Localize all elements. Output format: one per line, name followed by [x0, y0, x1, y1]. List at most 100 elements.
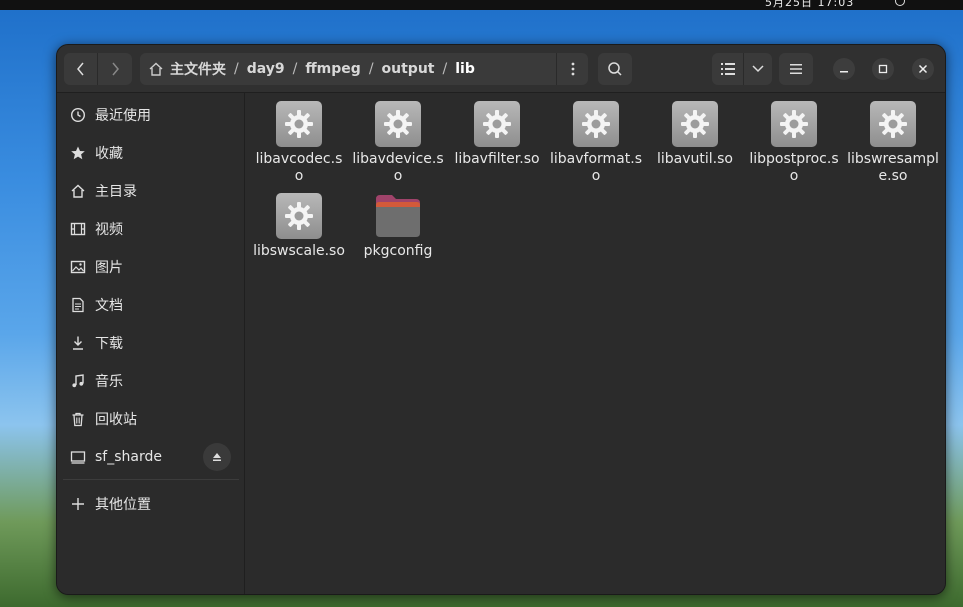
- clock-icon: [57, 107, 95, 123]
- trash-icon: [57, 411, 95, 427]
- breadcrumb-item[interactable]: ffmpeg: [299, 61, 366, 77]
- file-name: libavcodec.so: [255, 151, 343, 184]
- library-file-icon: [672, 101, 718, 147]
- sidebar-item-sf-sharde[interactable]: sf_sharde: [57, 440, 245, 474]
- music-icon: [57, 373, 95, 389]
- download-icon: [57, 335, 95, 351]
- drive-icon: [57, 449, 95, 465]
- header-bar: 主文件夹 / day9 / ffmpeg / output / lib: [57, 45, 945, 93]
- file-manager-window: 主文件夹 / day9 / ffmpeg / output / lib 最近使用…: [56, 44, 946, 595]
- library-file-icon: [771, 101, 817, 147]
- sidebar-item-label: 其他位置: [95, 497, 151, 513]
- main-menu-button[interactable]: [779, 53, 813, 85]
- film-icon: [57, 221, 95, 237]
- document-icon: [57, 297, 95, 313]
- file-name: libavutil.so: [657, 151, 733, 167]
- hamburger-menu-icon: [790, 64, 802, 74]
- sidebar-item-videos[interactable]: 视频: [57, 212, 245, 246]
- breadcrumb-item[interactable]: output: [376, 61, 441, 77]
- sidebar-item-label: 图片: [95, 260, 123, 276]
- minimize-icon: [840, 71, 848, 73]
- file-item[interactable]: libswscale.so: [252, 193, 346, 260]
- folder-name: pkgconfig: [363, 243, 433, 259]
- sidebar-item-downloads[interactable]: 下载: [57, 326, 245, 360]
- file-item[interactable]: libavformat.so: [549, 101, 643, 185]
- chevron-left-icon: [76, 62, 84, 76]
- file-item[interactable]: libavdevice.so: [351, 101, 445, 185]
- gear-icon: [879, 110, 907, 138]
- sidebar-item-label: sf_sharde: [95, 449, 162, 465]
- clock[interactable]: 5月25日 17:03: [765, 0, 854, 10]
- file-item[interactable]: libavcodec.so: [252, 101, 346, 185]
- sidebar-item-home[interactable]: 主目录: [57, 174, 245, 208]
- list-view-button[interactable]: [712, 53, 744, 85]
- library-file-icon: [573, 101, 619, 147]
- minimize-button[interactable]: [833, 58, 855, 80]
- home-icon: [149, 62, 163, 76]
- system-top-bar: 5月25日 17:03: [0, 0, 963, 10]
- sidebar-item-recent[interactable]: 最近使用: [57, 98, 245, 132]
- sidebar-item-pictures[interactable]: 图片: [57, 250, 245, 284]
- sidebar-item-label: 音乐: [95, 374, 123, 390]
- sidebar-item-label: 文档: [95, 298, 123, 314]
- gear-icon: [582, 110, 610, 138]
- plus-icon: [57, 497, 95, 511]
- sidebar-item-starred[interactable]: 收藏: [57, 136, 245, 170]
- breadcrumb-separator: /: [442, 61, 448, 77]
- path-menu-button[interactable]: [556, 53, 588, 85]
- back-button[interactable]: [64, 53, 98, 85]
- sidebar-item-label: 收藏: [95, 146, 123, 162]
- star-icon: [57, 145, 95, 161]
- sidebar-item-label: 最近使用: [95, 108, 151, 124]
- search-button[interactable]: [598, 53, 632, 85]
- file-item[interactable]: libavutil.so: [648, 101, 742, 168]
- breadcrumb-current[interactable]: lib: [449, 61, 481, 77]
- forward-button[interactable]: [98, 53, 132, 85]
- search-icon: [608, 62, 622, 76]
- maximize-button[interactable]: [872, 58, 894, 80]
- breadcrumb-item[interactable]: day9: [241, 61, 291, 77]
- breadcrumb-item: 主文件夹: [170, 62, 226, 78]
- view-options-dropdown[interactable]: [744, 53, 772, 85]
- gear-icon: [285, 110, 313, 138]
- list-view-icon: [720, 63, 735, 75]
- close-icon: [918, 64, 928, 74]
- file-name: libavfilter.so: [454, 151, 540, 167]
- file-item[interactable]: libswresample.so: [846, 101, 940, 185]
- power-icon[interactable]: [895, 0, 905, 6]
- sidebar: 最近使用 收藏 主目录 视频 图片 文档 下载 音乐 回收站 sf_sharde…: [57, 93, 245, 594]
- path-bar: 主文件夹 / day9 / ffmpeg / output / lib: [140, 53, 588, 85]
- sidebar-item-trash[interactable]: 回收站: [57, 402, 245, 436]
- gear-icon: [483, 110, 511, 138]
- file-name: libavformat.so: [550, 151, 642, 184]
- breadcrumb-separator: /: [234, 61, 239, 77]
- sidebar-item-music[interactable]: 音乐: [57, 364, 245, 398]
- sidebar-item-other-locations[interactable]: 其他位置: [57, 487, 245, 521]
- breadcrumb-home[interactable]: 主文件夹: [140, 59, 232, 79]
- file-grid: libavcodec.so libavdevice.so libavfilter…: [246, 93, 945, 594]
- file-item[interactable]: libavfilter.so: [450, 101, 544, 168]
- chevron-right-icon: [112, 62, 119, 76]
- gear-icon: [285, 202, 313, 230]
- maximize-icon: [878, 64, 888, 74]
- library-file-icon: [276, 101, 322, 147]
- library-file-icon: [870, 101, 916, 147]
- kebab-menu-icon: [571, 62, 574, 76]
- breadcrumb-separator: /: [292, 61, 298, 77]
- breadcrumb-separator: /: [368, 61, 374, 77]
- sidebar-item-label: 视频: [95, 222, 123, 238]
- navigation-buttons: [64, 53, 132, 85]
- library-file-icon: [276, 193, 322, 239]
- file-item[interactable]: libpostproc.so: [747, 101, 841, 185]
- close-button[interactable]: [912, 58, 934, 80]
- folder-item[interactable]: pkgconfig: [351, 193, 445, 260]
- sidebar-item-documents[interactable]: 文档: [57, 288, 245, 322]
- folder-icon: [376, 195, 420, 237]
- sidebar-item-label: 下载: [95, 336, 123, 352]
- sidebar-divider: [63, 479, 239, 480]
- eject-button[interactable]: [203, 443, 231, 471]
- gear-icon: [780, 110, 808, 138]
- library-file-icon: [474, 101, 520, 147]
- library-file-icon: [375, 101, 421, 147]
- file-name: libswscale.so: [253, 243, 345, 259]
